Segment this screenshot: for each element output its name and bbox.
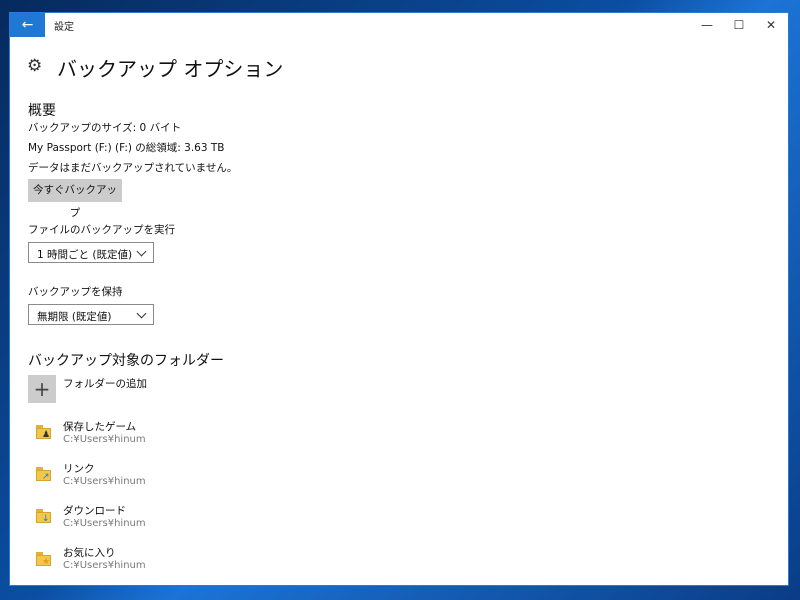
frequency-dropdown[interactable]: 1 時間ごと (既定値) xyxy=(28,242,154,263)
backup-size-text: バックアップのサイズ: 0 バイト xyxy=(28,122,182,134)
folder-name[interactable]: 保存したゲーム xyxy=(63,419,136,434)
favorites-folder-icon: ★ xyxy=(36,552,52,567)
retention-dropdown[interactable]: 無期限 (既定値) xyxy=(28,304,154,325)
backup-status-text: データはまだバックアップされていません。 xyxy=(28,162,238,174)
page-title: バックアップ オプション xyxy=(57,57,284,81)
maximize-button[interactable]: ☐ xyxy=(723,13,755,37)
folder-path: C:¥Users¥hinum xyxy=(63,434,146,445)
links-folder-icon: ↗ xyxy=(36,467,52,482)
frequency-label: ファイルのバックアップを実行 xyxy=(28,224,175,236)
app-title: 設定 xyxy=(54,22,74,33)
overview-heading: 概要 xyxy=(28,103,56,119)
folder-path: C:¥Users¥hinum xyxy=(63,476,146,487)
folder-path: C:¥Users¥hinum xyxy=(63,518,146,529)
folder-path: C:¥Users¥hinum xyxy=(63,560,146,571)
backup-now-button[interactable]: 今すぐバックアップ xyxy=(28,179,122,219)
downloads-folder-icon: ↓ xyxy=(36,509,52,524)
add-folder-button[interactable]: + xyxy=(28,375,56,403)
plus-icon: + xyxy=(33,377,51,401)
back-button[interactable]: ← xyxy=(10,13,45,37)
gear-icon: ⚙ xyxy=(27,56,43,76)
close-button[interactable]: ✕ xyxy=(755,13,787,37)
add-folder-label[interactable]: フォルダーの追加 xyxy=(63,376,147,391)
folders-heading: バックアップ対象のフォルダー xyxy=(28,353,224,369)
settings-window: ← 設定 — ☐ ✕ ⚙ バックアップ オプション 概要 バックアップのサイズ:… xyxy=(9,12,789,586)
saved-games-folder-icon: ♟ xyxy=(36,425,52,440)
retention-selected-value: 無期限 (既定値) xyxy=(37,311,112,323)
retention-label: バックアップを保持 xyxy=(28,286,123,298)
minimize-button[interactable]: — xyxy=(691,13,723,37)
frequency-selected-value: 1 時間ごと (既定値) xyxy=(37,249,133,261)
chevron-down-icon xyxy=(136,246,147,257)
folder-name[interactable]: リンク xyxy=(63,461,95,476)
folder-name[interactable]: ダウンロード xyxy=(63,503,126,518)
chevron-down-icon xyxy=(136,308,147,319)
drive-total-text: My Passport (F:) (F:) の総領域: 3.63 TB xyxy=(28,142,225,154)
title-bar: ← 設定 — ☐ ✕ xyxy=(10,13,788,38)
folder-name[interactable]: お気に入り xyxy=(63,545,116,560)
